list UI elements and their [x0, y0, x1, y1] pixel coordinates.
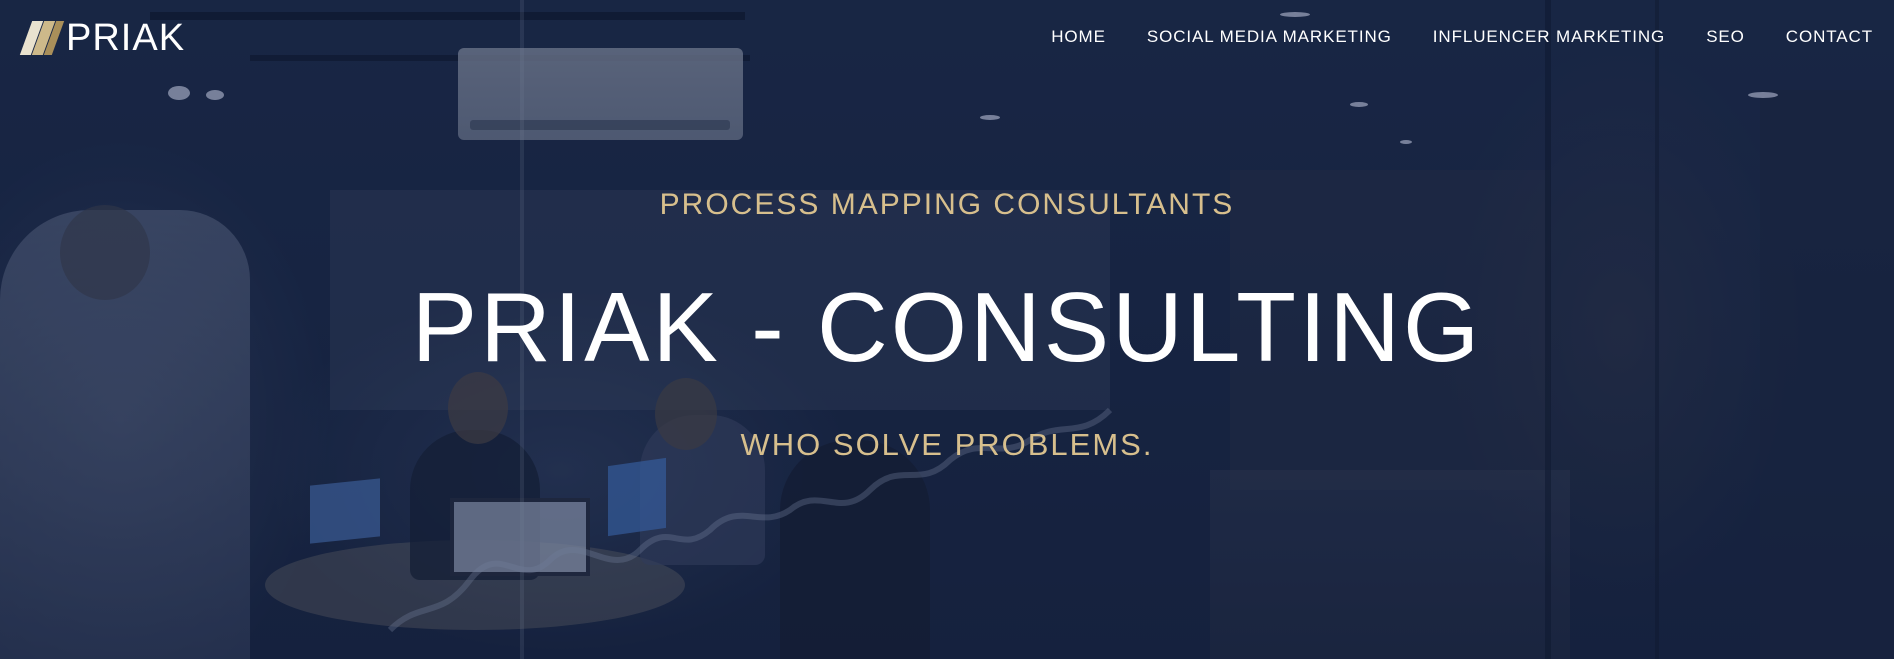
nav-item-contact[interactable]: CONTACT — [1786, 26, 1873, 48]
logo-text: PRIAK — [66, 17, 186, 59]
logo-mark-icon — [19, 21, 65, 55]
nav-item-social-media-marketing[interactable]: SOCIAL MEDIA MARKETING — [1147, 26, 1392, 48]
nav-item-influencer-marketing[interactable]: INFLUENCER MARKETING — [1433, 26, 1665, 48]
hero-eyebrow: PROCESS MAPPING CONSULTANTS — [659, 188, 1235, 221]
nav-item-home[interactable]: HOME — [1051, 26, 1106, 48]
nav-item-seo[interactable]: SEO — [1706, 26, 1745, 48]
main-nav: HOME SOCIAL MEDIA MARKETING INFLUENCER M… — [1010, 26, 1873, 48]
logo[interactable]: PRIAK — [19, 17, 186, 59]
hero-tagline: WHO SOLVE PROBLEMS. — [740, 427, 1154, 462]
hero-title: PRIAK - CONSULTING — [411, 272, 1483, 382]
